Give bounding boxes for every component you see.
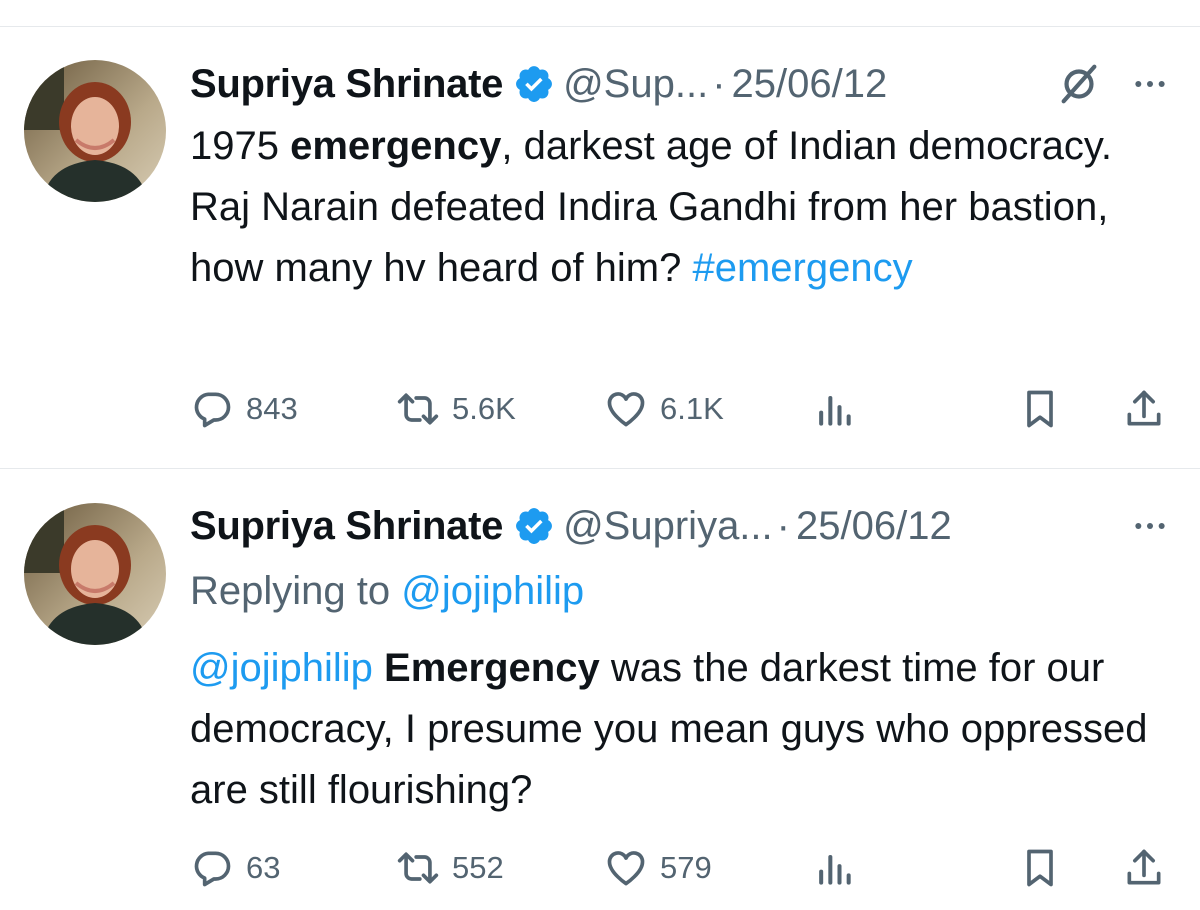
grok-icon[interactable]	[1056, 61, 1102, 107]
avatar[interactable]	[24, 60, 166, 202]
reply-count: 843	[246, 391, 298, 426]
tweet-text: @jojiphilip Emergency was the darkest ti…	[190, 646, 1148, 812]
top-divider	[0, 26, 1200, 27]
verified-badge-icon	[513, 63, 555, 105]
avatar[interactable]	[24, 503, 166, 645]
bookmark-button[interactable]	[1018, 843, 1062, 893]
reply-button[interactable]: 843	[190, 384, 298, 434]
mention-link[interactable]: @jojiphilip	[190, 646, 373, 690]
author-name[interactable]: Supriya Shrinate	[190, 62, 503, 107]
reply-count: 63	[246, 850, 281, 885]
repost-button[interactable]: 552	[396, 843, 504, 893]
repost-count: 552	[452, 850, 504, 885]
heart-icon	[607, 851, 645, 886]
hashtag-link[interactable]: #emergency	[692, 246, 912, 290]
author-handle[interactable]: @Sup...	[563, 62, 708, 107]
repost-icon	[397, 393, 439, 425]
analytics-icon	[819, 854, 851, 885]
like-button[interactable]: 6.1K	[604, 384, 724, 434]
author-handle[interactable]: @Supriya...	[563, 504, 773, 549]
tweet-actions: 843 5.6K 6.1K	[0, 384, 1200, 434]
tweet-text: 1975 emergency, darkest age of Indian de…	[190, 124, 1113, 290]
views-button[interactable]	[812, 384, 856, 434]
reply-icon	[194, 392, 231, 428]
like-button[interactable]: 579	[604, 843, 712, 893]
share-button[interactable]	[1122, 384, 1166, 434]
repost-button[interactable]: 5.6K	[396, 384, 516, 434]
separator-dot: ·	[712, 61, 726, 106]
replying-to-handle-link[interactable]: @jojiphilip	[401, 569, 584, 613]
tweet-divider	[0, 468, 1200, 469]
separator-dot: ·	[776, 503, 790, 548]
like-count: 579	[660, 850, 712, 885]
share-icon	[1127, 849, 1161, 885]
heart-icon	[607, 392, 645, 427]
tweet-date[interactable]: 25/06/12	[796, 504, 952, 549]
tweet-actions: 63 552 579	[0, 843, 1200, 893]
bookmark-icon	[1027, 390, 1053, 428]
tweet-date[interactable]: 25/06/12	[732, 62, 888, 107]
more-icon[interactable]	[1130, 64, 1170, 104]
analytics-icon	[819, 395, 851, 426]
more-icon[interactable]	[1130, 506, 1170, 546]
share-icon	[1127, 390, 1161, 426]
verified-badge-icon	[513, 505, 555, 547]
views-button[interactable]	[812, 843, 856, 893]
repost-icon	[397, 852, 439, 884]
share-button[interactable]	[1122, 843, 1166, 893]
reply-icon	[194, 851, 231, 887]
bookmark-icon	[1027, 849, 1053, 887]
replying-to: Replying to @jojiphilip	[190, 569, 585, 613]
reply-button[interactable]: 63	[190, 843, 280, 893]
repost-count: 5.6K	[452, 391, 516, 426]
author-name[interactable]: Supriya Shrinate	[190, 504, 503, 549]
bookmark-button[interactable]	[1018, 384, 1062, 434]
like-count: 6.1K	[660, 391, 724, 426]
